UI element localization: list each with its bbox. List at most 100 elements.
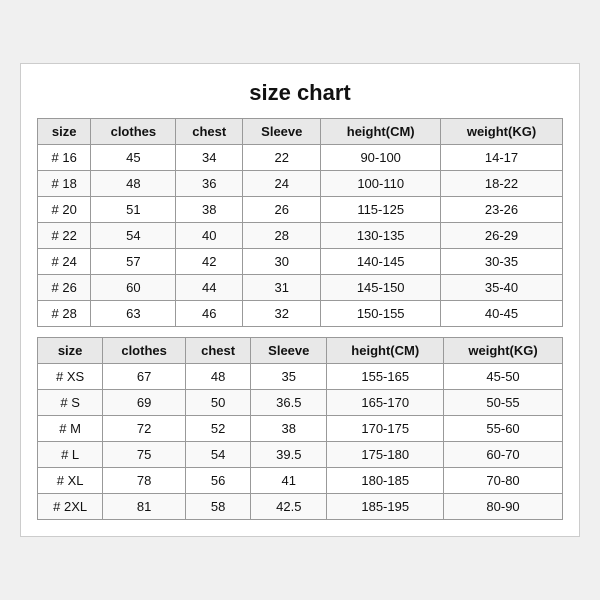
table-cell: # 20 bbox=[38, 197, 91, 223]
table-cell: # S bbox=[38, 390, 103, 416]
table-row: # M725238170-17555-60 bbox=[38, 416, 563, 442]
table-row: # XL785641180-18570-80 bbox=[38, 468, 563, 494]
table-cell: 70-80 bbox=[444, 468, 563, 494]
table-cell: 38 bbox=[176, 197, 243, 223]
col-height-2: height(CM) bbox=[327, 338, 444, 364]
table-cell: # 16 bbox=[38, 145, 91, 171]
table-cell: 51 bbox=[91, 197, 176, 223]
table-cell: 100-110 bbox=[321, 171, 441, 197]
table-cell: 44 bbox=[176, 275, 243, 301]
table-cell: 46 bbox=[176, 301, 243, 327]
table-row: # 2XL815842.5185-19580-90 bbox=[38, 494, 563, 520]
table-cell: 165-170 bbox=[327, 390, 444, 416]
table-cell: 41 bbox=[251, 468, 327, 494]
table-cell: 40-45 bbox=[441, 301, 563, 327]
table-cell: 32 bbox=[243, 301, 321, 327]
table-cell: 30-35 bbox=[441, 249, 563, 275]
table-cell: 36 bbox=[176, 171, 243, 197]
col-sleeve-2: Sleeve bbox=[251, 338, 327, 364]
table-cell: # XL bbox=[38, 468, 103, 494]
table-cell: 42 bbox=[176, 249, 243, 275]
table-cell: 58 bbox=[185, 494, 250, 520]
table-cell: 30 bbox=[243, 249, 321, 275]
table-cell: 24 bbox=[243, 171, 321, 197]
table-cell: 38 bbox=[251, 416, 327, 442]
table-row: # 24574230140-14530-35 bbox=[38, 249, 563, 275]
table-cell: # 24 bbox=[38, 249, 91, 275]
table-cell: 130-135 bbox=[321, 223, 441, 249]
table-row: # XS674835155-16545-50 bbox=[38, 364, 563, 390]
table-cell: 155-165 bbox=[327, 364, 444, 390]
table-cell: 31 bbox=[243, 275, 321, 301]
table-cell: # M bbox=[38, 416, 103, 442]
col-size-1: size bbox=[38, 119, 91, 145]
table-cell: 75 bbox=[103, 442, 186, 468]
table2-header: size clothes chest Sleeve height(CM) wei… bbox=[38, 338, 563, 364]
table-cell: 72 bbox=[103, 416, 186, 442]
col-chest-2: chest bbox=[185, 338, 250, 364]
table-cell: 34 bbox=[176, 145, 243, 171]
col-height-1: height(CM) bbox=[321, 119, 441, 145]
col-chest-1: chest bbox=[176, 119, 243, 145]
table-cell: 48 bbox=[185, 364, 250, 390]
table-cell: 56 bbox=[185, 468, 250, 494]
table-cell: 50-55 bbox=[444, 390, 563, 416]
table-cell: # 22 bbox=[38, 223, 91, 249]
table-cell: 67 bbox=[103, 364, 186, 390]
table-cell: 14-17 bbox=[441, 145, 563, 171]
table-row: # 26604431145-15035-40 bbox=[38, 275, 563, 301]
table-cell: 80-90 bbox=[444, 494, 563, 520]
table-cell: 45-50 bbox=[444, 364, 563, 390]
table-cell: 54 bbox=[185, 442, 250, 468]
table-cell: 81 bbox=[103, 494, 186, 520]
table-cell: 42.5 bbox=[251, 494, 327, 520]
table-cell: 55-60 bbox=[444, 416, 563, 442]
table-cell: 60 bbox=[91, 275, 176, 301]
col-size-2: size bbox=[38, 338, 103, 364]
table-cell: 115-125 bbox=[321, 197, 441, 223]
table-cell: 40 bbox=[176, 223, 243, 249]
table-cell: 69 bbox=[103, 390, 186, 416]
table-row: # 20513826115-12523-26 bbox=[38, 197, 563, 223]
table-cell: 150-155 bbox=[321, 301, 441, 327]
table-cell: # 26 bbox=[38, 275, 91, 301]
table-cell: 26-29 bbox=[441, 223, 563, 249]
table-cell: # L bbox=[38, 442, 103, 468]
table-cell: 180-185 bbox=[327, 468, 444, 494]
table-cell: 63 bbox=[91, 301, 176, 327]
table-row: # 1645342290-10014-17 bbox=[38, 145, 563, 171]
table-cell: 50 bbox=[185, 390, 250, 416]
table-row: # 22544028130-13526-29 bbox=[38, 223, 563, 249]
table2-body: # XS674835155-16545-50# S695036.5165-170… bbox=[38, 364, 563, 520]
table-cell: 18-22 bbox=[441, 171, 563, 197]
table-cell: 52 bbox=[185, 416, 250, 442]
table-cell: 175-180 bbox=[327, 442, 444, 468]
table-cell: 57 bbox=[91, 249, 176, 275]
chart-title: size chart bbox=[37, 80, 563, 106]
table-cell: 35 bbox=[251, 364, 327, 390]
col-weight-2: weight(KG) bbox=[444, 338, 563, 364]
table-cell: 48 bbox=[91, 171, 176, 197]
table-cell: 45 bbox=[91, 145, 176, 171]
table-cell: # XS bbox=[38, 364, 103, 390]
size-chart-card: size chart size clothes chest Sleeve hei… bbox=[20, 63, 580, 537]
size-table-1: size clothes chest Sleeve height(CM) wei… bbox=[37, 118, 563, 327]
col-clothes-2: clothes bbox=[103, 338, 186, 364]
table-cell: 54 bbox=[91, 223, 176, 249]
table-cell: # 2XL bbox=[38, 494, 103, 520]
table-cell: 22 bbox=[243, 145, 321, 171]
col-sleeve-1: Sleeve bbox=[243, 119, 321, 145]
table-cell: 35-40 bbox=[441, 275, 563, 301]
table-cell: 28 bbox=[243, 223, 321, 249]
table-cell: 26 bbox=[243, 197, 321, 223]
table1-body: # 1645342290-10014-17# 18483624100-11018… bbox=[38, 145, 563, 327]
table-cell: 185-195 bbox=[327, 494, 444, 520]
table-cell: 36.5 bbox=[251, 390, 327, 416]
size-table-2: size clothes chest Sleeve height(CM) wei… bbox=[37, 337, 563, 520]
table-row: # 18483624100-11018-22 bbox=[38, 171, 563, 197]
table-row: # 28634632150-15540-45 bbox=[38, 301, 563, 327]
section-gap bbox=[37, 327, 563, 337]
table-cell: 145-150 bbox=[321, 275, 441, 301]
table-row: # S695036.5165-17050-55 bbox=[38, 390, 563, 416]
table1-header: size clothes chest Sleeve height(CM) wei… bbox=[38, 119, 563, 145]
